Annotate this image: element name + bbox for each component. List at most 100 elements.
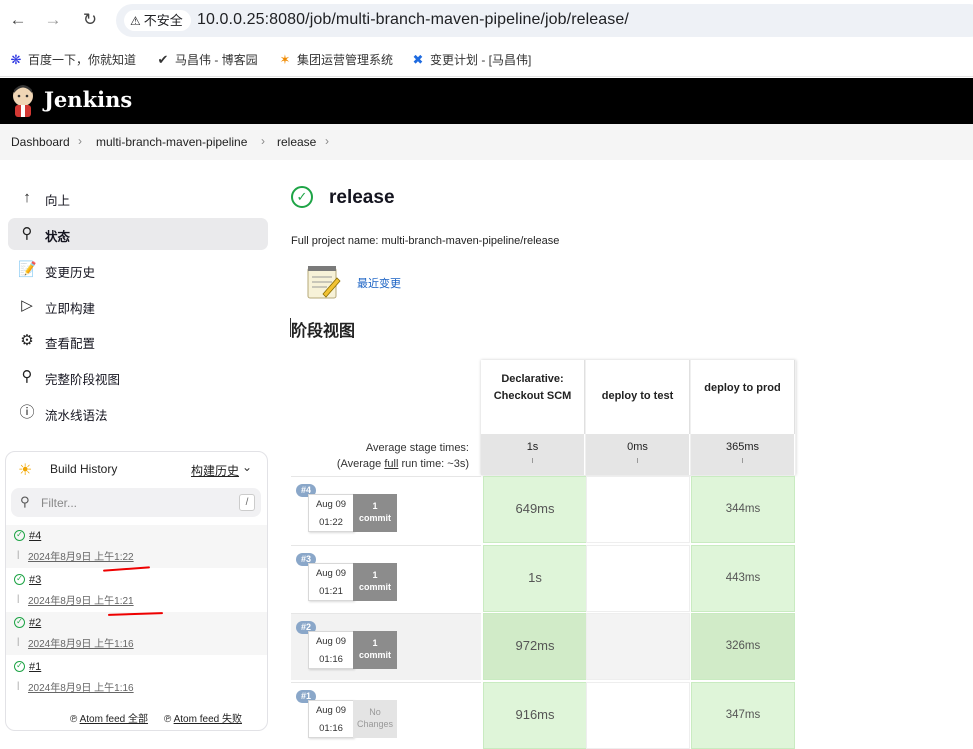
reload-icon[interactable]: ↻ [79, 9, 101, 31]
stage-cell-success[interactable]: 972ms [483, 613, 587, 680]
bookmark-change-plan[interactable]: ✖ 变更计划 - [马昌伟] [410, 51, 532, 68]
build-date-link[interactable]: 2024年8月9日 上午1:16 [28, 679, 134, 694]
stage-header-checkout: Declarative: Checkout SCM [481, 360, 585, 434]
run-info: #2 Aug 09 01:16 1 commit [291, 613, 481, 680]
url-text[interactable]: 10.0.0.25:8080/job/multi-branch-maven-pi… [197, 11, 629, 29]
atom-feed-all-link[interactable]: ℗ Atom feed 全部 [70, 710, 148, 725]
security-indicator[interactable]: ⚠ 不安全 [124, 10, 191, 31]
shortcut-key-hint: / [239, 494, 255, 511]
build-number-link[interactable]: #4 [29, 530, 41, 542]
build-number-link[interactable]: #2 [29, 617, 41, 629]
success-check-icon: ✓ [291, 186, 313, 208]
browser-toolbar: ← → ↻ ⚠ 不安全 10.0.0.25:8080/job/multi-bran… [0, 0, 973, 42]
stage-cell-empty [586, 613, 690, 680]
build-filter-input[interactable]: ⚲ Filter... / [11, 488, 261, 517]
stage-header-deploy-prod: deploy to prod [691, 360, 795, 434]
chevron-right-icon: › [261, 134, 265, 148]
full-project-name: Full project name: multi-branch-maven-pi… [291, 235, 560, 247]
run-info: #3 Aug 09 01:21 1 commit [291, 545, 481, 612]
sidebar-item-build-now[interactable]: ▷ 立即构建 [8, 290, 268, 322]
pipeline-run-row: #1 Aug 09 01:16 No Changes 916ms 347ms [291, 682, 795, 749]
sidebar-item-full-stage-view[interactable]: ⚲ 完整阶段视图 [8, 361, 268, 393]
sidebar-item-configure[interactable]: ⚙ 查看配置 [8, 325, 268, 357]
breadcrumb: Dashboard › multi-branch-maven-pipeline … [0, 124, 973, 160]
notepad-icon: 📝 [18, 261, 37, 278]
sidebar-item-up[interactable]: ↑ 向上 [8, 182, 268, 214]
forward-arrow-icon[interactable]: → [42, 9, 64, 31]
chevron-down-icon[interactable]: ⌄ [242, 460, 252, 474]
pipeline-run-row: #4 Aug 09 01:22 1 commit 649ms 344ms [291, 476, 795, 543]
search-icon: ⚲ [21, 225, 33, 242]
breadcrumb-pipeline[interactable]: multi-branch-maven-pipeline [96, 135, 247, 149]
rss-icon: ℗ [70, 714, 80, 725]
sidebar-item-changes[interactable]: 📝 变更历史 [8, 254, 268, 286]
full-run-link[interactable]: full [384, 458, 398, 470]
page-title: release [329, 187, 395, 208]
stage-cell-success[interactable]: 326ms [691, 613, 795, 680]
breadcrumb-dashboard[interactable]: Dashboard [11, 135, 70, 149]
average-stage-times-label: Average stage times: (Average full run t… [336, 442, 469, 470]
pipeline-run-row: #3 Aug 09 01:21 1 commit 1s 443ms [291, 545, 795, 612]
build-row[interactable]: ✓ #2 | 2024年8月9日 上午1:16 [6, 612, 267, 655]
chevron-right-icon: › [78, 134, 82, 148]
chevron-right-icon[interactable]: › [325, 134, 329, 148]
address-bar[interactable]: ⚠ 不安全 10.0.0.25:8080/job/multi-branch-mav… [116, 4, 973, 37]
bookmark-cnblogs[interactable]: ✔ 马昌伟 - 博客园 [155, 51, 258, 68]
build-number-link[interactable]: #3 [29, 574, 41, 586]
avg-time-deploy-test: 0ms [586, 434, 690, 475]
run-info: #4 Aug 09 01:22 1 commit [291, 476, 481, 543]
build-date-link[interactable]: 2024年8月9日 上午1:21 [28, 592, 134, 607]
run-date: Aug 09 01:21 [308, 563, 354, 601]
stage-cell-success[interactable]: 1s [483, 545, 587, 612]
stage-cell-success[interactable]: 443ms [691, 545, 795, 612]
build-history-title: Build History [50, 462, 118, 476]
build-row[interactable]: ✓ #4 | 2024年8月9日 上午1:22 [6, 525, 267, 568]
bookmark-baidu[interactable]: ❋ 百度一下，你就知道 [8, 51, 136, 68]
jenkins-header: Jenkins [0, 78, 973, 124]
stage-cell-empty [586, 545, 690, 612]
stage-cell-success[interactable]: 916ms [483, 682, 587, 749]
search-icon: ⚲ [20, 494, 30, 509]
play-icon: ▷ [21, 297, 33, 314]
stage-cell-empty [586, 682, 690, 749]
stage-header-deploy-test: deploy to test [586, 360, 690, 434]
confluence-icon: ✖ [412, 52, 424, 67]
build-trend-link[interactable]: 构建历史 [191, 462, 239, 479]
build-number-link[interactable]: #1 [29, 661, 41, 673]
jenkins-logo-icon[interactable] [10, 84, 36, 118]
build-date-link[interactable]: 2024年8月9日 上午1:16 [28, 635, 134, 650]
atom-feed-failed-link[interactable]: ℗ Atom feed 失败 [164, 710, 242, 725]
ops-logo-icon: ✶ [279, 52, 291, 67]
avg-time-checkout: 1s [481, 434, 585, 475]
stage-cell-success[interactable]: 347ms [691, 682, 795, 749]
build-history-card: ☀ Build History 构建历史 ⌄ ⚲ Filter... / ✓ #… [5, 451, 268, 731]
no-changes-box[interactable]: No Changes [353, 700, 397, 738]
stage-cell-success[interactable]: 344ms [691, 476, 795, 543]
jenkins-brand[interactable]: Jenkins [44, 87, 132, 112]
run-info: #1 Aug 09 01:16 No Changes [291, 682, 481, 749]
run-date: Aug 09 01:22 [308, 494, 354, 532]
back-arrow-icon[interactable]: ← [7, 9, 29, 31]
avg-time-deploy-prod: 365ms [691, 434, 795, 475]
commit-count-box[interactable]: 1 commit [353, 631, 397, 669]
warning-triangle-icon: ⚠ [130, 14, 141, 28]
run-date: Aug 09 01:16 [308, 631, 354, 669]
commit-count-box[interactable]: 1 commit [353, 494, 397, 532]
arrow-up-icon: ↑ [23, 189, 31, 206]
build-date-link[interactable]: 2024年8月9日 上午1:22 [28, 548, 134, 563]
bookmarks-bar: ❋ 百度一下，你就知道 ✔ 马昌伟 - 博客园 ✶ 集团运营管理系统 ✖ 变更计划 - … [0, 42, 973, 77]
run-date: Aug 09 01:16 [308, 700, 354, 738]
sidebar-item-pipeline-syntax[interactable]: ⓘ 流水线语法 [8, 397, 268, 429]
bookmark-ops-system[interactable]: ✶ 集团运营管理系统 [277, 51, 393, 68]
sidebar-item-status[interactable]: ⚲ 状态 [8, 218, 268, 250]
build-row[interactable]: ✓ #3 | 2024年8月9日 上午1:21 [6, 569, 267, 612]
recent-changes-link[interactable]: 最近变更 [357, 275, 401, 291]
build-row[interactable]: ✓ #1 | 2024年8月9日 上午1:16 [6, 656, 267, 699]
success-check-icon: ✓ [14, 661, 25, 672]
success-check-icon: ✓ [14, 530, 25, 541]
stage-cell-empty [586, 476, 690, 543]
commit-count-box[interactable]: 1 commit [353, 563, 397, 601]
breadcrumb-release[interactable]: release [277, 135, 316, 149]
help-icon: ⓘ [19, 404, 35, 421]
stage-cell-success[interactable]: 649ms [483, 476, 587, 543]
